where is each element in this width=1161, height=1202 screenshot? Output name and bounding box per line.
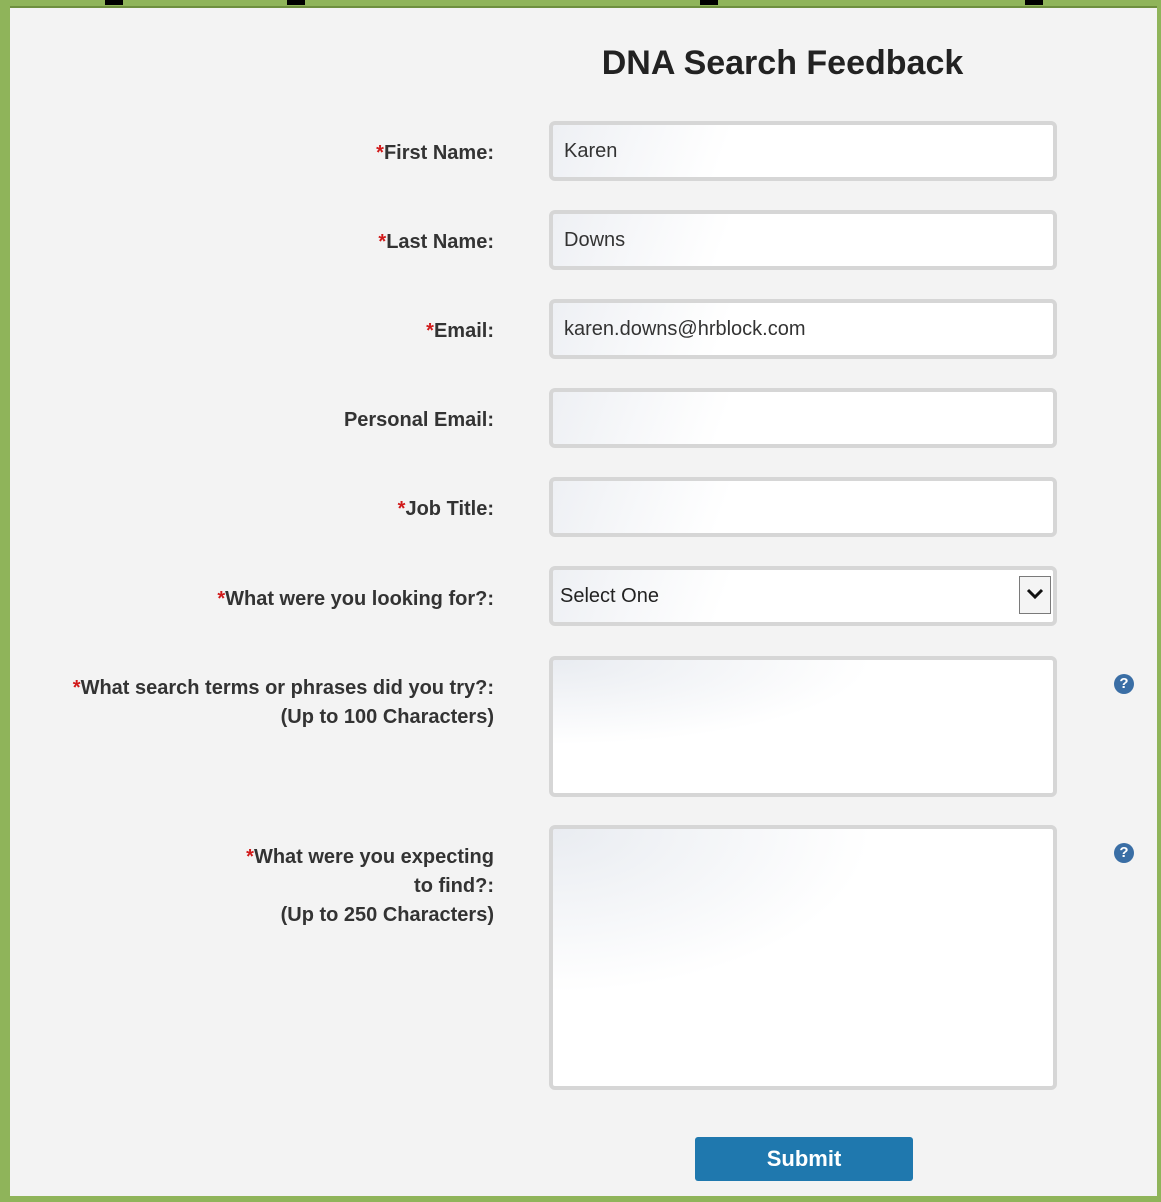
job-title-field[interactable] <box>549 477 1057 537</box>
expecting-label: *What were you expecting to find?: (Up to … <box>246 846 494 926</box>
required-marker: * <box>217 588 226 610</box>
last-name-label: *Last Name: <box>378 231 494 253</box>
first-name-label: *First Name: <box>376 142 494 164</box>
clipped-header-glyph <box>105 0 123 5</box>
question-circle-icon[interactable]: ? <box>1114 843 1134 863</box>
search-terms-textarea[interactable] <box>549 656 1057 797</box>
required-marker: * <box>426 320 434 342</box>
first-name-field[interactable] <box>549 121 1057 181</box>
expecting-hint: (Up to 250 Characters) <box>280 904 494 926</box>
page-title: DNA Search Feedback <box>601 44 964 82</box>
email-field[interactable] <box>549 299 1057 359</box>
search-terms-label: *What search terms or phrases did you tr… <box>72 677 494 728</box>
clipped-header-glyph <box>287 0 305 5</box>
required-marker: * <box>246 846 254 868</box>
looking-for-selected-value: Select One <box>560 585 659 607</box>
job-title-label: *Job Title: <box>397 498 494 520</box>
looking-for-label: *What were you looking for?: <box>217 588 494 610</box>
required-marker: * <box>376 142 384 164</box>
clipped-header-glyph <box>700 0 718 5</box>
submit-button[interactable]: Submit <box>695 1137 913 1181</box>
required-marker: * <box>72 677 81 699</box>
personal-email-field[interactable] <box>549 388 1057 448</box>
looking-for-select[interactable]: Select One <box>549 566 1057 626</box>
clipped-header-glyph <box>1025 0 1043 5</box>
expecting-textarea[interactable] <box>549 825 1057 1090</box>
last-name-field[interactable] <box>549 210 1057 270</box>
chevron-down-icon[interactable] <box>1019 576 1051 614</box>
search-terms-hint: (Up to 100 Characters) <box>280 706 494 728</box>
page-frame: DNA Search Feedback *First Name: *Last N… <box>0 0 1161 1202</box>
question-circle-icon[interactable]: ? <box>1114 674 1134 694</box>
email-label: *Email: <box>426 320 494 342</box>
personal-email-label: Personal Email: <box>343 409 494 431</box>
